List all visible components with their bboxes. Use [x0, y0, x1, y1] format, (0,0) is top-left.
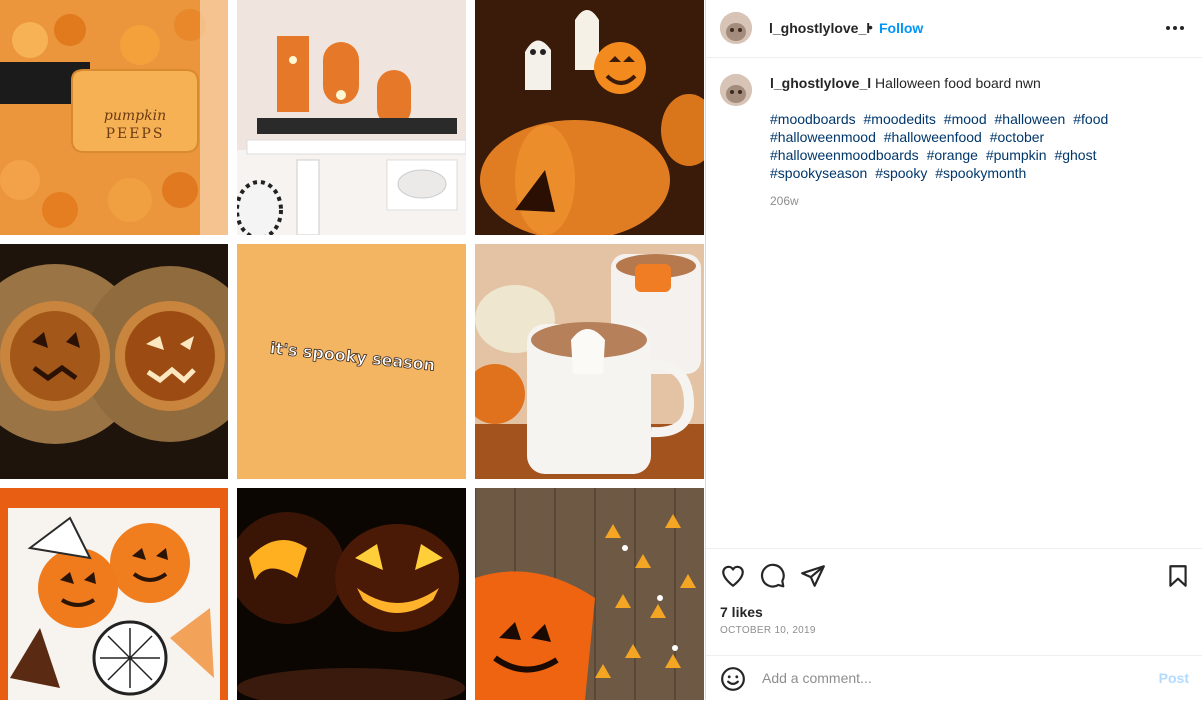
- tile-halloween-cookies: [0, 488, 228, 700]
- hashtag[interactable]: #october: [990, 129, 1044, 145]
- tile-glowing-jack-o-lanterns: [237, 488, 466, 700]
- peeps-label-line1: pumpkin: [104, 108, 166, 124]
- hashtag-list: #moodboards #moodedits #mood #halloween …: [770, 110, 1170, 182]
- hashtag[interactable]: #orange: [927, 147, 978, 163]
- caption-username[interactable]: l_ghostlylove_l: [770, 75, 871, 91]
- post-date: OCTOBER 10, 2019: [720, 625, 816, 636]
- hashtag[interactable]: #spookyseason: [770, 165, 867, 181]
- caption-avatar[interactable]: [720, 74, 752, 106]
- hashtag[interactable]: #halloweenmood: [770, 129, 876, 145]
- tile-candy-corn-bucket: [475, 488, 704, 700]
- hashtag[interactable]: #moodboards: [770, 111, 856, 127]
- hashtag[interactable]: #pumpkin: [986, 147, 1047, 163]
- tile-ghost-lollipops-pumpkin: [475, 0, 704, 235]
- hashtag[interactable]: #halloweenmoodboards: [770, 147, 919, 163]
- avatar[interactable]: [720, 12, 752, 44]
- likes-count[interactable]: 7 likes: [720, 604, 763, 620]
- hashtag[interactable]: #mood: [944, 111, 987, 127]
- tile-spooky-season-text: it's spooky season: [237, 244, 466, 479]
- heart-icon[interactable]: [720, 563, 746, 589]
- share-icon[interactable]: [800, 563, 826, 589]
- bookmark-icon[interactable]: [1165, 563, 1191, 589]
- hashtag[interactable]: #food: [1073, 111, 1108, 127]
- tile-ghost-hot-cocoa: [475, 244, 704, 479]
- caption: l_ghostlylove_l Halloween food board nwn…: [770, 74, 1170, 210]
- post-sidebar: l_ghostlylove_l • Follow l_ghostlylove_l…: [705, 0, 1202, 700]
- hashtag[interactable]: #spookymonth: [935, 165, 1026, 181]
- header-username[interactable]: l_ghostlylove_l: [769, 20, 870, 36]
- post-header: l_ghostlylove_l • Follow: [706, 0, 1202, 58]
- tile-boo-mantel: [237, 0, 466, 235]
- follow-button[interactable]: Follow: [879, 20, 923, 36]
- more-icon[interactable]: [1165, 18, 1185, 38]
- hashtag[interactable]: #halloweenfood: [884, 129, 982, 145]
- post-media-grid[interactable]: pumpkin PEEPS it's spooky season: [0, 0, 704, 700]
- comment-bar: Post: [706, 655, 1202, 702]
- post-comment-button[interactable]: Post: [1159, 670, 1189, 686]
- hashtag[interactable]: #moodedits: [864, 111, 936, 127]
- hashtag[interactable]: #spooky: [875, 165, 927, 181]
- caption-text: Halloween food board nwn: [875, 75, 1041, 91]
- header-separator: •: [868, 19, 873, 35]
- emoji-icon[interactable]: [720, 666, 746, 692]
- peeps-label-line2: PEEPS: [106, 126, 165, 142]
- action-bar: 7 likes OCTOBER 10, 2019 Post: [706, 548, 1202, 701]
- hashtag[interactable]: #ghost: [1054, 147, 1096, 163]
- comment-icon[interactable]: [760, 563, 786, 589]
- hashtag[interactable]: #halloween: [995, 111, 1066, 127]
- tile-pumpkin-pies: [0, 244, 228, 479]
- caption-age: 206w: [770, 194, 799, 208]
- comment-input[interactable]: [760, 669, 1144, 687]
- tile-pumpkin-peeps-jar: pumpkin PEEPS: [0, 0, 228, 235]
